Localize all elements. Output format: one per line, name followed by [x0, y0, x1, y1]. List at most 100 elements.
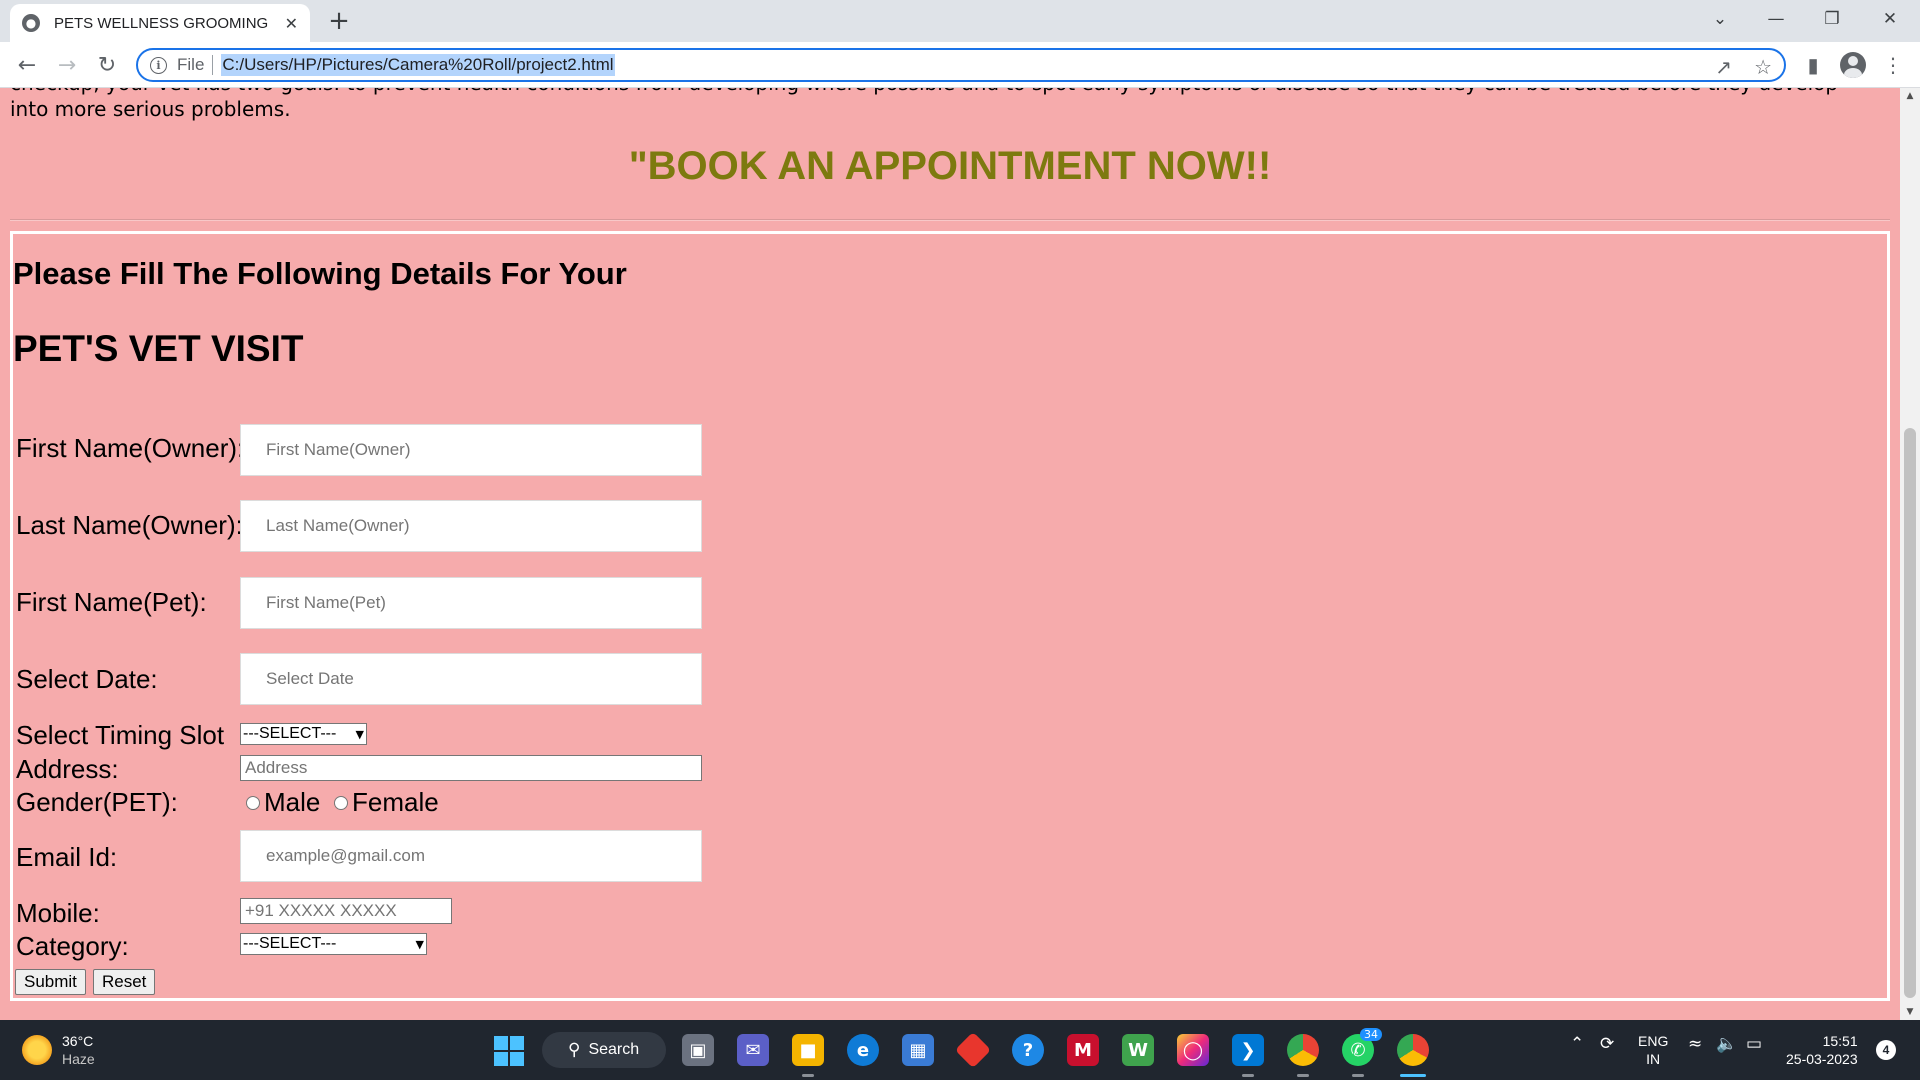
address-bar[interactable]: i File C:/Users/HP/Pictures/Camera%20Rol…	[136, 48, 1786, 82]
side-panel-icon[interactable]: ▮	[1798, 50, 1828, 80]
chrome-running-indicator	[1297, 1074, 1309, 1077]
clock-date: 25-03-2023	[1786, 1051, 1858, 1067]
file-explorer-running-indicator	[802, 1074, 814, 1077]
chrome-icon[interactable]	[1287, 1034, 1319, 1066]
select-date-input[interactable]	[240, 653, 702, 705]
mcafee-shield-icon[interactable]: M	[1067, 1034, 1099, 1066]
gender-label: Gender(PET):	[16, 787, 178, 817]
weather-widget[interactable]: 36°C Haze	[22, 1032, 95, 1068]
close-tab-icon[interactable]: ✕	[285, 14, 298, 33]
edge-browser-icon[interactable]: e	[847, 1034, 879, 1066]
teams-chat-icon[interactable]: ✉	[737, 1034, 769, 1066]
info-icon[interactable]: i	[150, 56, 167, 74]
reload-button[interactable]: ↻	[92, 50, 122, 80]
first-name-pet-label: First Name(Pet):	[16, 587, 207, 617]
task-view-icon[interactable]: ▣	[682, 1034, 714, 1066]
close-window-button[interactable]: ✕	[1862, 0, 1918, 38]
wifi-icon[interactable]: ≈	[1688, 1034, 1702, 1054]
bookmark-star-icon[interactable]: ☆	[1754, 55, 1772, 79]
whatsapp-unread-badge: 34	[1360, 1028, 1382, 1041]
gender-female-option[interactable]: Female	[334, 787, 439, 818]
vscode-running-indicator	[1242, 1074, 1254, 1077]
gender-female-label: Female	[352, 787, 439, 817]
form-title: PET'S VET VISIT	[13, 328, 304, 369]
windows-start-icon[interactable]	[494, 1036, 524, 1066]
show-hidden-icons-chevron-icon[interactable]: ⌃	[1570, 1034, 1584, 1054]
address-input[interactable]	[240, 755, 702, 781]
address-label: Address:	[16, 754, 119, 784]
scroll-down-arrow-icon[interactable]: ▼	[1900, 1004, 1920, 1020]
restore-button[interactable]: ❐	[1804, 0, 1860, 38]
intro-paragraph: checkup, your vet has two goals: to prev…	[10, 88, 1870, 122]
new-tab-button[interactable]: +	[324, 6, 354, 36]
more-menu-icon[interactable]: ⋮	[1878, 50, 1908, 80]
language-code: ENG	[1638, 1033, 1669, 1049]
windows-taskbar: 36°C Haze ⚲ Search ▣ ✉ ■ e ▦ ? M W ◯ ❯ ✆…	[0, 1020, 1920, 1080]
sync-icon[interactable]: ⟳	[1600, 1034, 1614, 1054]
profile-button[interactable]	[1838, 50, 1868, 80]
gender-male-option[interactable]: Male	[246, 787, 320, 818]
language-region: IN	[1646, 1051, 1661, 1067]
mobile-input[interactable]	[240, 898, 452, 924]
page-scrollbar[interactable]: ▲ ▼	[1900, 88, 1920, 1020]
select-date-label: Select Date:	[16, 664, 158, 694]
category-select[interactable]: ---SELECT--- ▼	[240, 933, 427, 955]
forward-button[interactable]: →	[52, 50, 82, 80]
gender-male-label: Male	[264, 787, 321, 817]
email-input[interactable]	[240, 830, 702, 882]
url-text[interactable]: C:/Users/HP/Pictures/Camera%20Roll/proje…	[221, 54, 615, 76]
chrome-active-indicator	[1400, 1074, 1426, 1077]
timing-slot-label: Select Timing Slot	[16, 720, 225, 750]
gender-male-radio[interactable]	[246, 795, 260, 810]
category-label: Category:	[16, 931, 129, 961]
reset-button[interactable]: Reset	[93, 969, 156, 995]
first-name-pet-input[interactable]	[240, 577, 702, 629]
mobile-label: Mobile:	[16, 898, 100, 928]
last-name-owner-input[interactable]	[240, 500, 702, 552]
instagram-icon[interactable]: ◯	[1177, 1034, 1209, 1066]
microsoft-store-icon[interactable]: ▦	[902, 1034, 934, 1066]
submit-button[interactable]: Submit	[15, 969, 86, 995]
email-label: Email Id:	[16, 842, 118, 872]
vscode-icon[interactable]: ❯	[1232, 1034, 1264, 1066]
first-name-owner-label: First Name(Owner):	[16, 433, 245, 463]
notification-count-badge[interactable]: 4	[1876, 1040, 1896, 1060]
search-icon: ⚲	[568, 1040, 581, 1060]
scroll-up-arrow-icon[interactable]: ▲	[1900, 88, 1920, 104]
tab-title: PETS WELLNESS GROOMING	[54, 14, 269, 32]
tab-search-chevron-icon[interactable]: ⌄	[1692, 0, 1748, 38]
intro-line-1: checkup, your vet has two goals: to prev…	[10, 88, 1870, 96]
last-name-owner-label: Last Name(Owner):	[16, 510, 243, 540]
timing-slot-select[interactable]: ---SELECT--- ▼	[240, 723, 367, 745]
url-scheme-label: File	[177, 55, 205, 74]
horizontal-divider	[10, 219, 1890, 221]
sun-haze-icon	[22, 1035, 52, 1065]
wps-writer-icon[interactable]: W	[1122, 1034, 1154, 1066]
first-name-owner-input[interactable]	[240, 424, 702, 476]
back-button[interactable]: ←	[12, 50, 42, 80]
gender-female-radio[interactable]	[334, 795, 348, 810]
chevron-down-icon: ▼	[355, 727, 364, 741]
chrome-active-icon[interactable]	[1397, 1034, 1429, 1066]
share-icon[interactable]: ↗	[1715, 55, 1732, 79]
file-explorer-icon[interactable]: ■	[792, 1034, 824, 1066]
language-indicator[interactable]: ENG IN	[1638, 1032, 1668, 1068]
battery-icon[interactable]: ▭	[1746, 1034, 1762, 1054]
scrollbar-thumb[interactable]	[1904, 428, 1916, 998]
intro-line-2: into more serious problems.	[10, 97, 291, 121]
globe-icon: ●	[22, 14, 40, 32]
tab-strip: ● PETS WELLNESS GROOMING ✕ + ⌄ — ❐ ✕	[0, 0, 1920, 42]
volume-icon[interactable]: 🔈	[1716, 1034, 1737, 1054]
omnibox-divider	[212, 55, 214, 75]
whatsapp-running-indicator	[1352, 1074, 1364, 1077]
chevron-down-icon: ▼	[415, 937, 424, 951]
anydesk-icon[interactable]	[954, 1031, 992, 1069]
minimize-button[interactable]: —	[1748, 0, 1804, 38]
get-help-icon[interactable]: ?	[1012, 1034, 1044, 1066]
taskbar-search-button[interactable]: ⚲ Search	[542, 1032, 666, 1068]
system-clock[interactable]: 15:51 25-03-2023	[1786, 1032, 1858, 1068]
browser-tab[interactable]: ● PETS WELLNESS GROOMING ✕	[10, 4, 310, 42]
taskbar-search-label: Search	[588, 1041, 640, 1058]
form-subtitle: Please Fill The Following Details For Yo…	[13, 256, 627, 291]
avatar	[1840, 52, 1866, 78]
